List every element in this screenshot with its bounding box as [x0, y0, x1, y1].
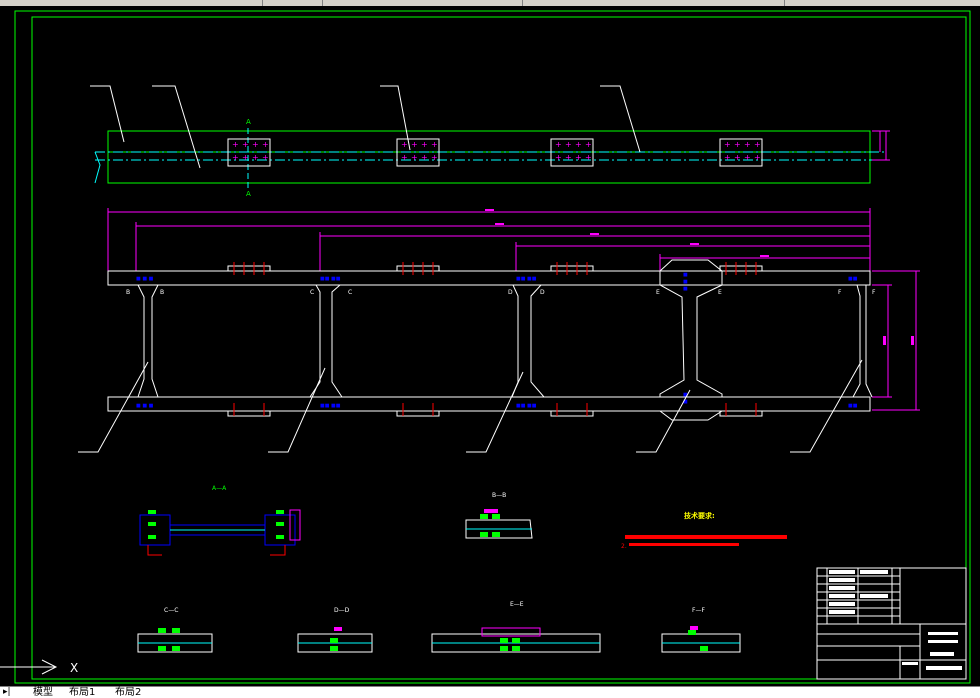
bolt-groups: ■ ■ ■ ■■ ■■ ■■ ■■ ■■ ■■■ ■ ■ ■ ■■ ■■ ■■ …: [136, 272, 858, 409]
section-aa: A—A: [139, 485, 301, 556]
tab-nav-arrows[interactable]: ▸|: [3, 687, 11, 698]
tech-requirements: 技术要求: 2.: [621, 511, 787, 550]
tech-item-1: [625, 535, 787, 539]
cut-mark-a-bottom: A: [246, 190, 251, 198]
inner-frame: [31, 16, 967, 680]
svg-text:+: +: [575, 140, 582, 149]
cut-mark-d-right: D: [540, 289, 545, 296]
break-line: [94, 151, 101, 184]
svg-text:■: ■: [683, 279, 688, 285]
svg-text:+: +: [421, 140, 428, 149]
section-bb: B—B: [465, 492, 533, 539]
svg-text:+: +: [754, 153, 761, 162]
svg-text:+: +: [232, 140, 239, 149]
elevation-dimensions: [107, 208, 920, 411]
svg-text:+: +: [252, 140, 259, 149]
tech-item-2-number: 2.: [621, 543, 627, 550]
svg-text:+: +: [565, 140, 572, 149]
svg-text:■ ■ ■: ■ ■ ■: [136, 403, 154, 409]
tech-title: 技术要求:: [684, 511, 715, 520]
cut-mark-e-left: E: [656, 289, 660, 296]
section-cc: C—C: [137, 607, 213, 653]
svg-text:+: +: [262, 153, 269, 162]
cut-mark-a-top: A: [246, 118, 251, 126]
section-ff: F—F: [661, 607, 741, 653]
tab-layout2[interactable]: 布局2: [112, 687, 144, 698]
svg-text:+: +: [555, 140, 562, 149]
svg-text:+: +: [585, 140, 592, 149]
svg-text:+: +: [242, 153, 249, 162]
ucs-axis-label: X: [70, 661, 78, 675]
section-label-cc: C—C: [164, 607, 178, 614]
svg-text:+: +: [232, 153, 239, 162]
svg-text:+: +: [401, 140, 408, 149]
svg-text:+: +: [555, 153, 562, 162]
title-block: [816, 567, 967, 680]
svg-text:+: +: [401, 153, 408, 162]
section-label-dd: D—D: [334, 607, 350, 614]
section-label-ff: F—F: [692, 607, 705, 614]
tech-item-2: [629, 543, 739, 546]
svg-text:+: +: [262, 140, 269, 149]
svg-text:■■: ■■: [848, 276, 858, 282]
svg-text:■■ ■■: ■■ ■■: [320, 403, 341, 409]
svg-text:■■: ■■: [848, 403, 858, 409]
cut-mark-b-right: B: [160, 289, 164, 296]
section-label-bb: B—B: [492, 492, 506, 499]
cut-mark-f-right: F: [872, 289, 876, 296]
svg-text:+: +: [575, 153, 582, 162]
drawing-canvas[interactable]: A A + + + + + + + + + + + + + + + + + + + + + + + +: [0, 6, 980, 686]
cut-mark-e-right: E: [718, 289, 722, 296]
svg-text:■: ■: [683, 286, 688, 292]
cut-mark-d-left: D: [508, 289, 513, 296]
svg-text:+: +: [585, 153, 592, 162]
section-dd: D—D: [297, 607, 373, 653]
cut-mark-b-left: B: [126, 289, 130, 296]
svg-text:+: +: [252, 153, 259, 162]
section-ee: E—E: [431, 601, 601, 653]
svg-text:+: +: [411, 140, 418, 149]
tab-layout1[interactable]: 布局1: [66, 687, 98, 698]
svg-text:+: +: [744, 140, 751, 149]
svg-text:+: +: [734, 153, 741, 162]
svg-text:+: +: [724, 153, 731, 162]
section-label-ee: E—E: [510, 601, 524, 608]
svg-text:■ ■ ■: ■ ■ ■: [136, 276, 154, 282]
svg-text:+: +: [565, 153, 572, 162]
svg-text:■■ ■■: ■■ ■■: [516, 276, 537, 282]
svg-text:■: ■: [683, 272, 688, 278]
tab-model[interactable]: 模型: [30, 687, 56, 698]
svg-text:■■ ■■: ■■ ■■: [320, 276, 341, 282]
cut-mark-c-left: C: [310, 289, 314, 296]
svg-text:+: +: [754, 140, 761, 149]
svg-text:■■ ■■: ■■ ■■: [516, 403, 537, 409]
cut-mark-c-right: C: [348, 289, 352, 296]
section-label-aa: A—A: [212, 485, 227, 492]
cut-mark-f-left: F: [838, 289, 842, 296]
vertical-webs: [137, 259, 873, 421]
leader-lines-bottom: [78, 359, 863, 453]
top-view: A A + + + + + + + + + + + + + + + + + + + + + + + +: [90, 85, 890, 198]
elevation-view: ■ ■ ■ ■■ ■■ ■■ ■■ ■■ ■■■ ■ ■ ■ ■■ ■■ ■■ …: [78, 208, 920, 453]
svg-text:+: +: [421, 153, 428, 162]
svg-text:+: +: [744, 153, 751, 162]
ucs-icon: X: [0, 659, 78, 675]
svg-text:+: +: [734, 140, 741, 149]
svg-text:+: +: [724, 140, 731, 149]
svg-text:+: +: [431, 140, 438, 149]
svg-text:+: +: [411, 153, 418, 162]
top-view-dimensions: [872, 130, 890, 161]
svg-text:+: +: [431, 153, 438, 162]
svg-text:+: +: [242, 140, 249, 149]
layout-tab-bar: ▸| 模型 布局1 布局2: [0, 686, 980, 698]
